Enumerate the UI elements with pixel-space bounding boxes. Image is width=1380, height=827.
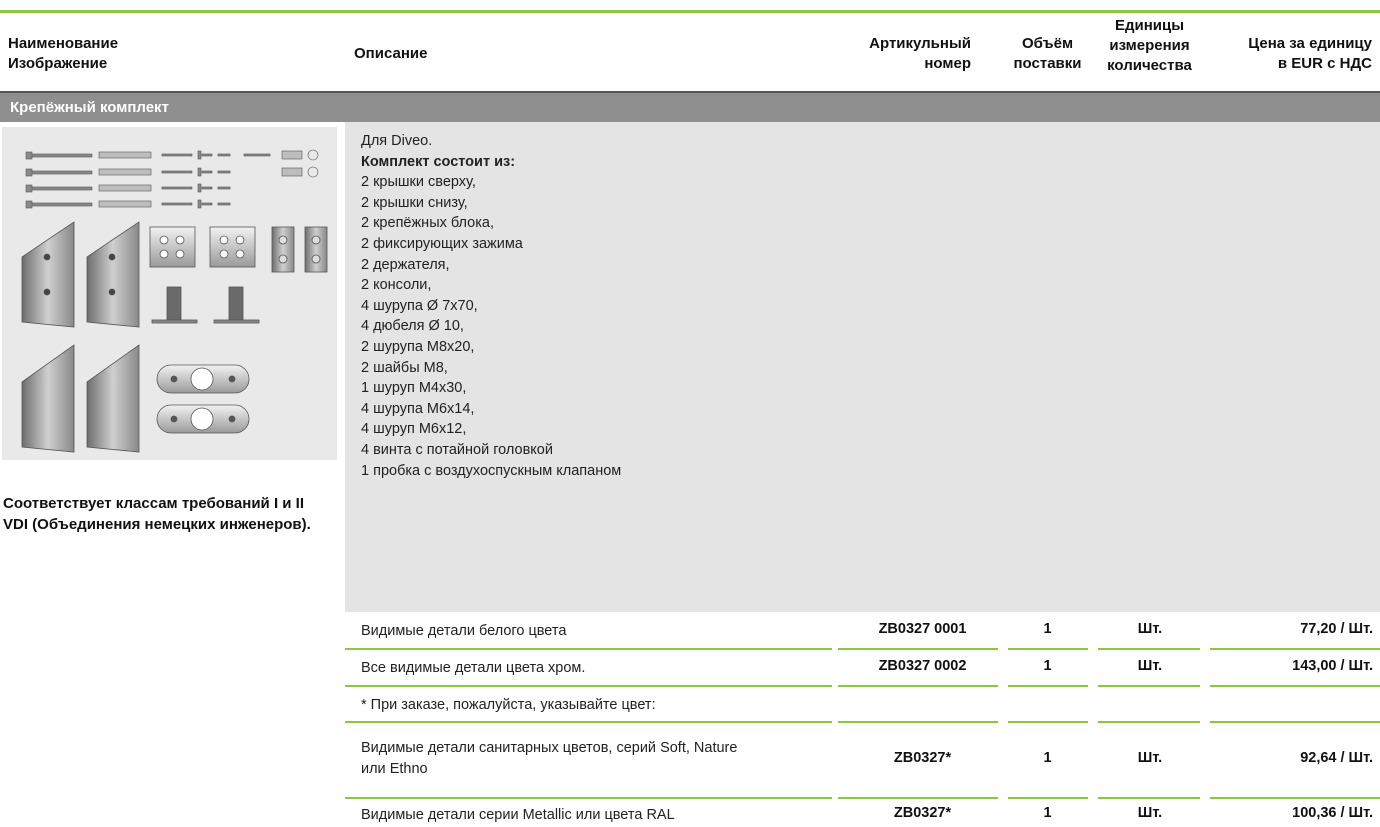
header-description: Описание [354,45,428,62]
row-rule [1008,797,1088,799]
row-article: ZB0327 0001 [878,621,967,637]
row-rule [838,648,998,650]
vdi-compliance-note: Соответствует классам требований I и II … [3,495,311,533]
row-price: 100,36 / Шт. [1292,805,1373,821]
row-rule [345,685,832,687]
row-rule [1098,648,1200,650]
row-rule [345,721,832,723]
row-quantity: 1 [1043,658,1052,674]
header-name-label: Наименование [8,35,119,52]
header-price-line1: Цена за единицу [1248,35,1372,52]
row-rule [345,648,832,650]
row-quantity: 1 [1043,621,1052,637]
kit-item: 2 крышки сверху, [361,174,476,191]
row-rule [1210,648,1380,650]
header-image-label: Изображение [8,55,108,72]
mounting-kit-illustration [21,149,328,453]
kit-item: 2 крышки снизу, [361,194,468,211]
kit-item: 1 шуруп M4x30, [361,380,467,397]
header-unit-line2: измерения [1109,37,1190,54]
header-quantity: Объём поставки [1005,34,1090,74]
kit-item: 2 держателя, [361,256,450,273]
kit-item: 4 шурупа Ø 7х70, [361,297,478,314]
kit-item: 4 винта с потайной головкой [361,441,553,458]
row-price: 77,20 / Шт. [1300,621,1373,637]
header-name-image: Наименование Изображение [8,34,118,74]
row-quantity: 1 [1043,805,1052,821]
row-rule [1210,685,1380,687]
description-intro: Для Diveo. [361,133,433,149]
row-rule [838,685,998,687]
row-price: 92,64 / Шт. [1300,750,1373,766]
header-price: Цена за единицу в EUR с НДС [1200,34,1372,74]
row-description: Все видимые детали цвета хром. [361,660,586,676]
kit-item: 2 консоли, [361,277,432,294]
row-rule [1210,721,1380,723]
row-unit: Шт. [1137,621,1163,637]
row-description: Видимые детали санитарных цветов, серий … [361,738,737,780]
header-article-line2: номер [924,55,971,72]
row-description-line: Видимые детали санитарных цветов, серий … [361,740,738,756]
kit-item: 4 шурупа M6x14, [361,400,475,417]
row-article: ZB0327* [893,750,952,766]
header-unit-line1: Единицы [1114,17,1185,34]
kit-item: 2 фиксирующих зажима [361,235,523,252]
row-rule [1008,648,1088,650]
row-unit: Шт. [1137,805,1163,821]
row-rule [1210,797,1380,799]
row-description: Видимые детали серии Metallic или цвета … [361,807,675,823]
row-article: ZB0327* [893,805,952,821]
row-description-line: или Ethno [361,761,428,777]
header-article: Артикульный номер [846,34,971,74]
color-order-note: * При заказе, пожалуйста, указывайте цве… [361,697,656,713]
header-quantity-line1: Объём [1021,35,1074,52]
row-description: Видимые детали белого цвета [361,623,567,639]
header-quantity-line2: поставки [1013,55,1082,72]
row-rule [1098,721,1200,723]
row-rule [1008,721,1088,723]
section-header-bar: Крепёжный комплект [0,93,1380,122]
row-price: 143,00 / Шт. [1292,658,1373,674]
row-rule [1098,797,1200,799]
kit-description: Для Diveo. Комплект состоит из: 2 крышки… [361,131,621,481]
row-rule [1008,685,1088,687]
row-rule [1098,685,1200,687]
row-rule [838,721,998,723]
row-rule [345,797,832,799]
row-unit: Шт. [1137,658,1163,674]
kit-item: 4 дюбеля Ø 10, [361,318,464,335]
row-quantity: 1 [1043,750,1052,766]
header-unit: Единицы измерения количества [1097,16,1202,76]
kit-item: 2 крепёжных блока, [361,215,494,232]
header-unit-line3: количества [1107,57,1192,74]
row-article: ZB0327 0002 [878,658,967,674]
top-accent-line [0,10,1380,13]
row-unit: Шт. [1137,750,1163,766]
description-heading: Комплект состоит из: [361,153,516,170]
kit-item: 2 шурупа M8x20, [361,338,475,355]
header-price-line2: в EUR с НДС [1277,55,1372,72]
kit-item: 1 пробка с воздухоспускным клапаном [361,462,622,479]
section-title: Крепёжный комплект [10,99,169,116]
row-rule [838,797,998,799]
header-article-line1: Артикульный [869,35,971,52]
kit-item: 4 шуруп M6x12, [361,421,467,438]
product-image [2,127,337,460]
kit-item: 2 шайбы M8, [361,359,448,376]
